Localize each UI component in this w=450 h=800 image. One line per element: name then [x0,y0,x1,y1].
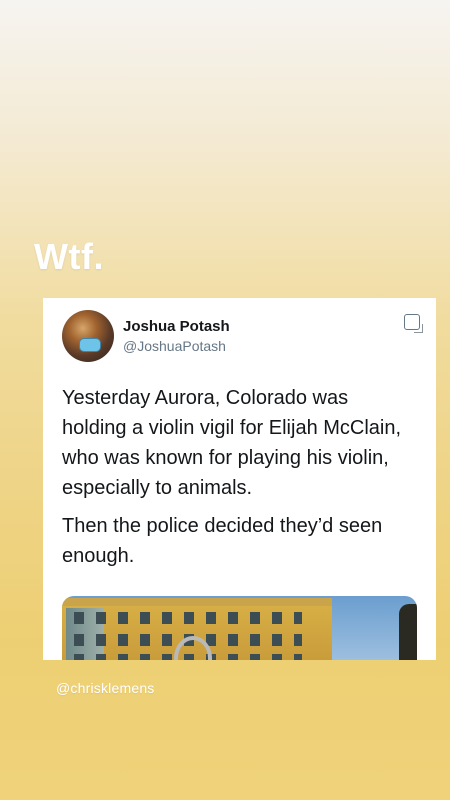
tweet-card[interactable]: Joshua Potash @JoshuaPotash Yesterday Au… [43,298,436,660]
author-name: Joshua Potash [123,318,230,335]
author-handle: @JoshuaPotash [123,338,226,354]
square-icon [404,314,423,333]
avatar [62,310,114,362]
tweet-paragraph: Yesterday Aurora, Colorado was holding a… [62,387,402,499]
story-caption: Wtf. [34,236,104,277]
tweet-paragraph: Then the police decided they’d seen enou… [62,515,383,567]
tweet-text: Yesterday Aurora, Colorado was holding a… [62,383,417,579]
credit-tag[interactable]: @chrisklemens [56,680,155,696]
tweet-image[interactable] [62,596,417,660]
tree-graphic [399,604,417,660]
face-mask-graphic [79,338,101,352]
